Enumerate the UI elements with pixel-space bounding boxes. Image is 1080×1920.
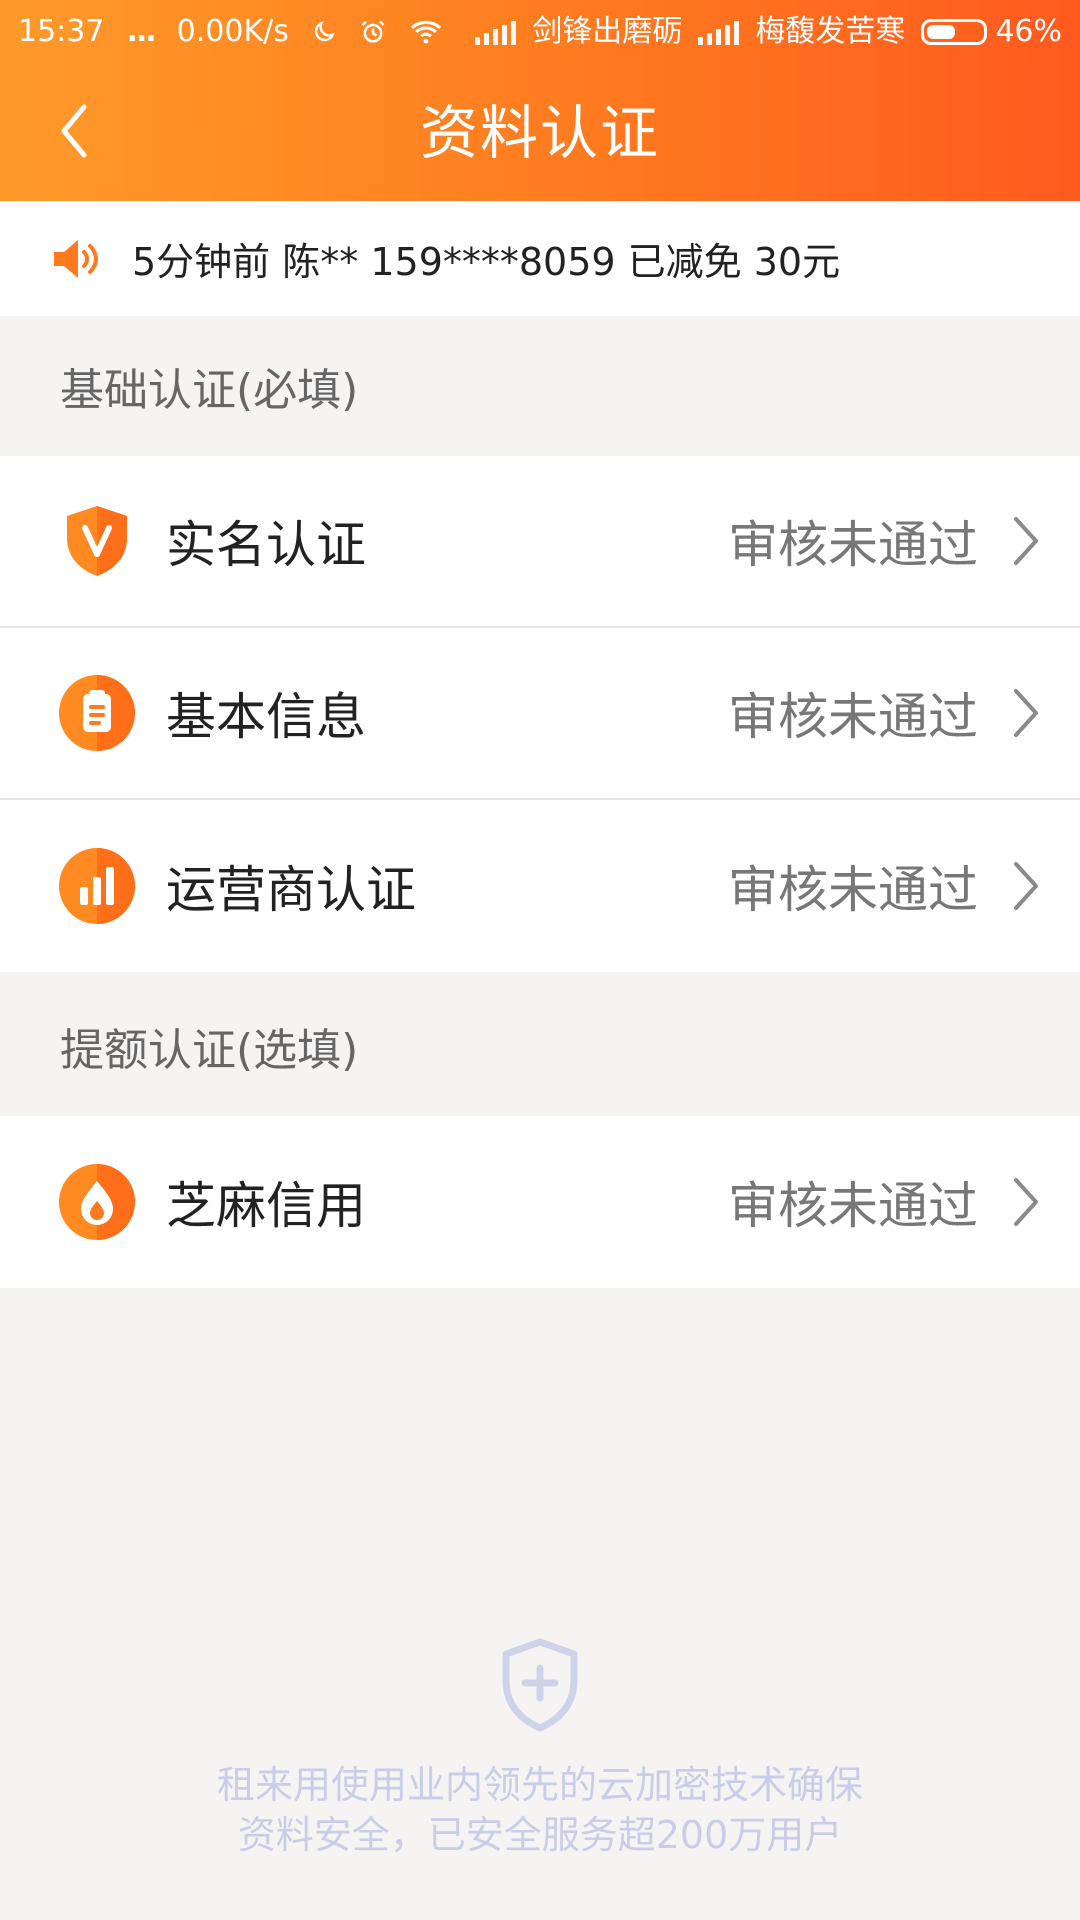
app-bar: 资料认证 xyxy=(0,64,1080,201)
carrier-1: 剑锋出磨砺 xyxy=(532,14,683,49)
list-item-real-name[interactable]: 实名认证 审核未通过 xyxy=(0,456,1080,628)
clipboard-icon xyxy=(58,674,136,752)
page-title: 资料认证 xyxy=(419,99,660,167)
battery-icon xyxy=(921,19,988,45)
list-item-basic-info[interactable]: 基本信息 审核未通过 xyxy=(0,628,1080,800)
section-boost-title: 提额认证(选填) xyxy=(60,1025,359,1076)
header-background: 15:37 ... 0.00K/s 剑锋出磨砺 梅馥发苦寒 46% 资料认证 xyxy=(0,0,1080,201)
sesame-flame-icon xyxy=(58,1163,136,1241)
item-status: 审核未通过 xyxy=(728,516,978,574)
item-label: 运营商认证 xyxy=(166,861,416,919)
item-status: 审核未通过 xyxy=(728,1177,978,1235)
status-dots: ... xyxy=(126,14,156,49)
status-time: 15:37 xyxy=(18,14,105,49)
item-label: 芝麻信用 xyxy=(166,1177,366,1235)
battery-indicator: 46% xyxy=(921,0,1062,64)
chevron-right-icon xyxy=(1008,858,1044,914)
item-label: 基本信息 xyxy=(166,688,366,746)
status-speed: 0.00K/s xyxy=(176,14,289,49)
item-status: 审核未通过 xyxy=(728,861,978,919)
status-right: 剑锋出磨砺 梅馥发苦寒 46% xyxy=(475,0,1062,64)
battery-fill xyxy=(927,25,955,39)
chevron-right-icon xyxy=(1008,685,1044,741)
chevron-right-icon xyxy=(1008,1174,1044,1230)
status-bar: 15:37 ... 0.00K/s 剑锋出磨砺 梅馥发苦寒 46% xyxy=(0,0,1080,64)
section-boost-header: 提额认证(选填) xyxy=(0,976,1080,1116)
item-label: 实名认证 xyxy=(166,516,366,574)
notice-text: 5分钟前 陈** 159****8059 已减免 30元 xyxy=(132,240,841,284)
chevron-right-icon xyxy=(1008,513,1044,569)
signal-icon-1 xyxy=(475,19,517,45)
carrier-2: 梅馥发苦寒 xyxy=(755,14,906,49)
footer-line-2: 资料安全，已安全服务超200万用户 xyxy=(237,1813,843,1857)
shield-v-icon xyxy=(58,502,136,580)
shield-plus-icon xyxy=(492,1636,588,1736)
moon-icon xyxy=(311,19,337,45)
alarm-icon xyxy=(359,18,387,46)
notice-bar: 5分钟前 陈** 159****8059 已减免 30元 xyxy=(0,201,1080,316)
item-status: 审核未通过 xyxy=(728,688,978,746)
wifi-icon xyxy=(409,18,443,46)
section-basic-header: 基础认证(必填) xyxy=(0,316,1080,456)
status-left: 15:37 ... 0.00K/s xyxy=(18,0,443,64)
list-item-carrier[interactable]: 运营商认证 审核未通过 xyxy=(0,800,1080,972)
section-basic-title: 基础认证(必填) xyxy=(60,365,359,416)
bar-chart-icon xyxy=(58,847,136,925)
list-item-sesame-credit[interactable]: 芝麻信用 审核未通过 xyxy=(0,1116,1080,1288)
speaker-icon xyxy=(48,232,102,286)
battery-percent: 46% xyxy=(995,14,1062,49)
footer-line-1: 租来用使用业内领先的云加密技术确保 xyxy=(216,1763,863,1807)
signal-icon-2 xyxy=(698,19,740,45)
security-footer: 租来用使用业内领先的云加密技术确保 资料安全，已安全服务超200万用户 xyxy=(0,1636,1080,1896)
